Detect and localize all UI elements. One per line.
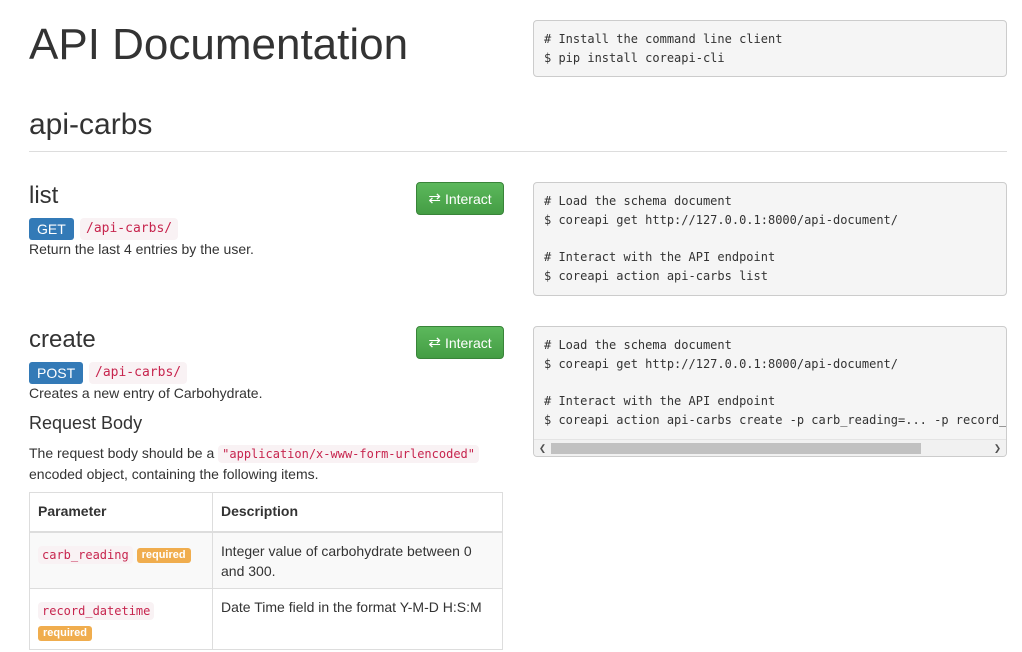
list-code-block: # Load the schema document $ coreapi get… [533,182,1007,296]
table-row: carb_reading required Integer value of c… [29,531,503,589]
request-body-title: Request Body [29,413,143,433]
description-cell: Integer value of carbohydrate between 0 … [212,531,503,589]
interact-button-create[interactable]: ⇄ Interact [416,326,504,359]
page-title: API Documentation [29,20,409,69]
endpoint-name-list: list [29,182,59,209]
parameter-cell: carb_reading required [29,531,213,589]
code-line: $ coreapi action api-carbs list [544,268,768,283]
create-code-block: # Load the schema document $ coreapi get… [533,326,1007,457]
exchange-arrows-icon: ⇄ [428,334,441,351]
scrollbar-thumb[interactable] [551,443,921,454]
code-line: $ coreapi get http://127.0.0.1:8000/api-… [544,356,899,371]
table-header-row: Parameter Description [29,492,503,533]
code-line: # Interact with the API endpoint [544,250,776,265]
parameter-name: carb_reading [38,545,133,564]
code-line: # Load the schema document [544,194,732,208]
request-body-text: The request body should be a "applicatio… [29,443,509,484]
parameters-table: Parameter Description carb_reading requi… [29,492,503,650]
code-line: # Interact with the API endpoint [544,394,776,409]
method-badge-get: GET [29,218,74,240]
request-body-text-after: encoded object, containing the following… [29,466,319,482]
endpoint-name-create: create [29,326,96,353]
parameter-cell: record_datetime required [29,588,213,650]
request-body-text-before: The request body should be a [29,445,219,461]
interact-button-list[interactable]: ⇄ Interact [416,182,504,215]
group-title: api-carbs [29,108,153,141]
endpoint-description: Return the last 4 entries by the user. [29,241,254,257]
parameter-header: Parameter [29,492,213,533]
interact-label: Interact [444,190,492,207]
description-header: Description [212,492,503,533]
code-line: # Load the schema document [544,338,732,352]
endpoint-path: /api-carbs/ [89,362,188,384]
endpoint-description: Creates a new entry of Carbohydrate. [29,385,263,401]
content-type-code: "application/x-www-form-urlencoded" [218,445,480,463]
install-code-block: # Install the command line client $ pip … [533,20,1007,77]
parameter-name: record_datetime [38,602,155,620]
chevron-left-icon[interactable]: ❮ [534,440,551,456]
code-line: # Install the command line client [544,32,783,46]
chevron-right-icon[interactable]: ❯ [989,440,1006,456]
endpoint-path: /api-carbs/ [80,218,179,240]
code-line: $ pip install coreapi-cli [544,50,725,65]
code-line: $ coreapi action api-carbs create -p car… [544,412,1007,427]
method-badge-post: POST [29,362,84,384]
group-divider [29,151,1007,152]
exchange-arrows-icon: ⇄ [428,190,441,207]
code-line: $ coreapi get http://127.0.0.1:8000/api-… [544,212,899,227]
interact-label: Interact [444,334,492,351]
required-badge: required [38,626,93,641]
description-cell: Date Time field in the format Y-M-D H:S:… [212,588,503,650]
table-row: record_datetime required Date Time field… [29,588,503,650]
required-badge: required [136,547,191,563]
horizontal-scrollbar[interactable]: ❮ ❯ [534,439,1006,456]
